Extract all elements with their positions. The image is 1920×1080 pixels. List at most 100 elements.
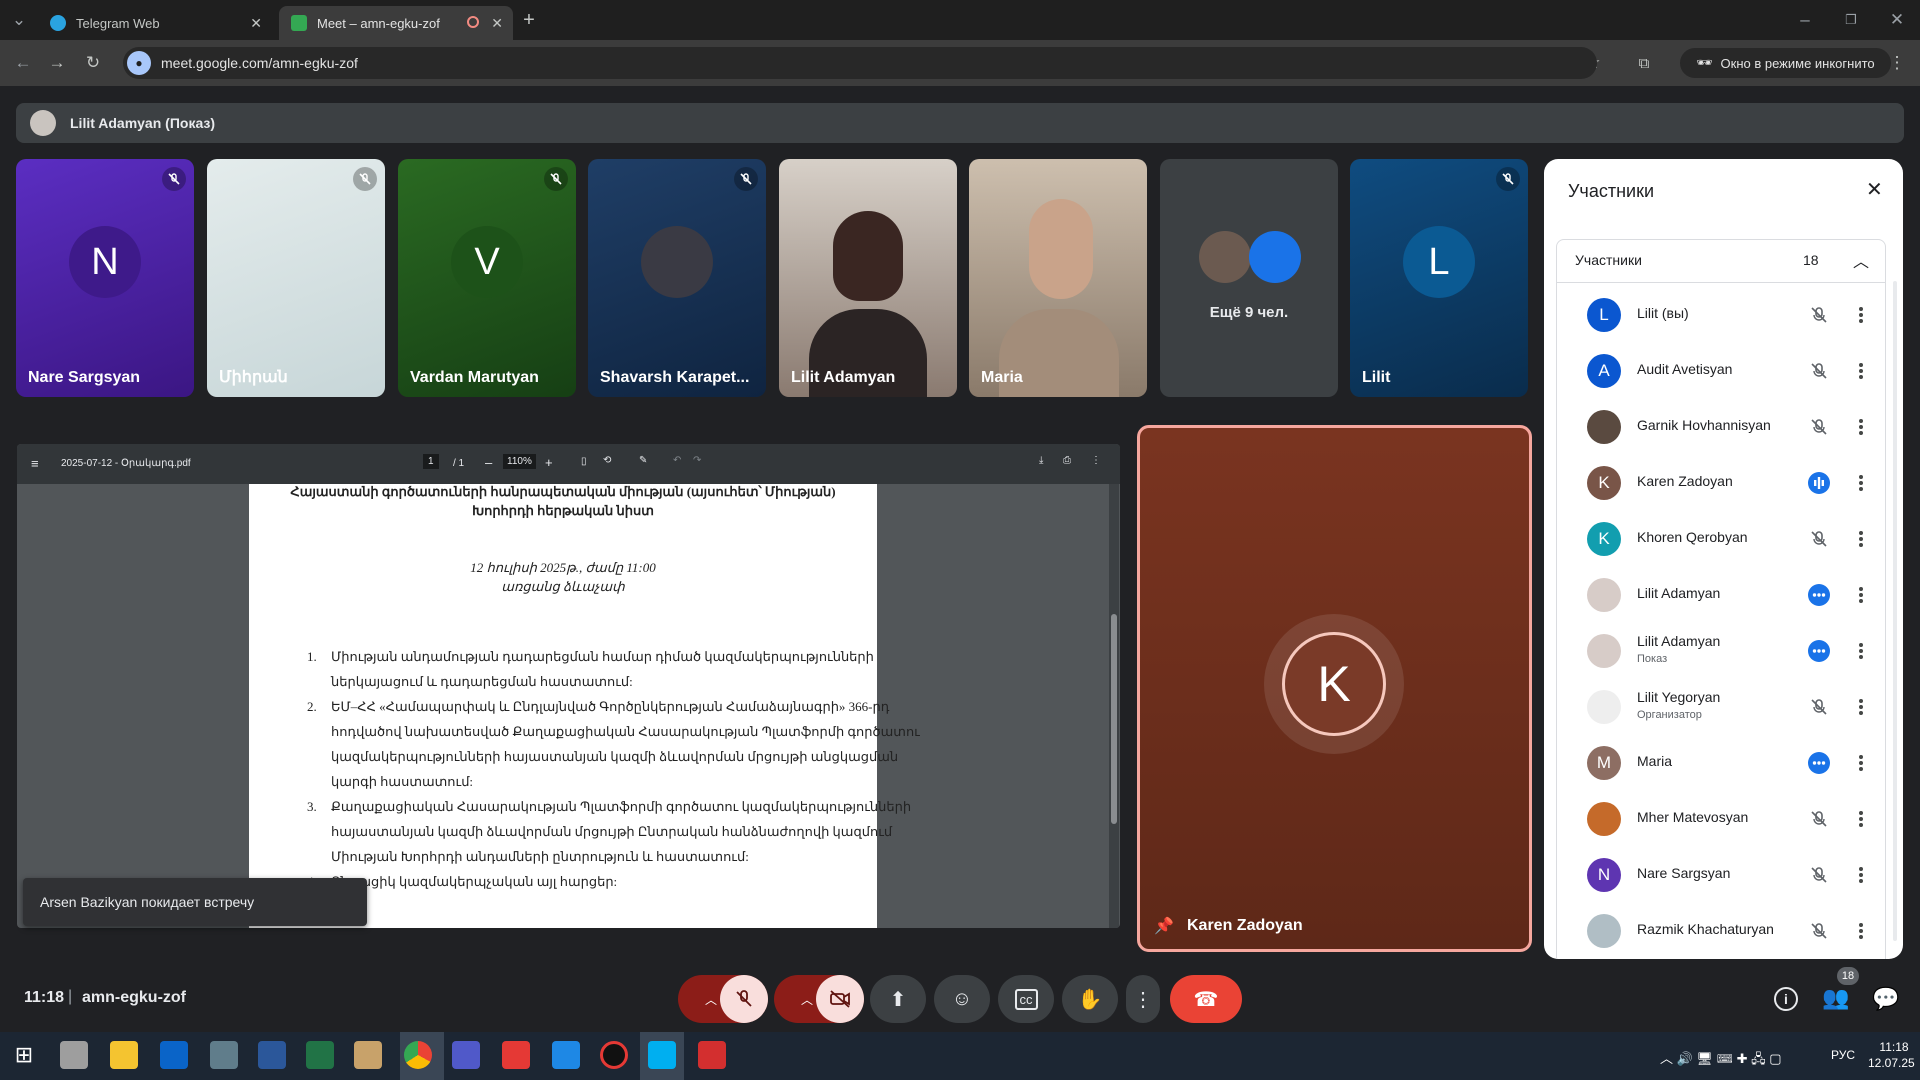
more-indicator-icon[interactable] [1807,583,1831,607]
leave-call-button[interactable]: ☎ [1170,975,1242,1023]
app-icon[interactable] [354,1041,382,1069]
camera-off-icon[interactable] [816,975,864,1023]
reload-icon[interactable]: ↻ [80,50,106,76]
pin-icon[interactable]: 📌 [1154,916,1174,936]
close-icon[interactable]: ✕ [491,15,503,32]
acrobat-icon[interactable] [698,1041,726,1069]
app-icon[interactable] [552,1041,580,1069]
speaking-indicator-icon[interactable] [1807,471,1831,495]
raise-hand-button[interactable]: ✋ [1062,975,1118,1023]
more-participants-tile[interactable]: Ещё 9 чел. [1160,159,1338,397]
more-vert-icon[interactable] [1849,695,1873,719]
more-vert-icon[interactable] [1849,863,1873,887]
close-window-icon[interactable]: ✕ [1884,7,1910,33]
close-icon[interactable]: ✕ [1866,177,1883,202]
more-vert-icon[interactable] [1849,471,1873,495]
participant-row[interactable]: Lilit Yegoryan Организатор [1587,683,1885,731]
fit-page-icon[interactable]: ▯ [581,456,587,467]
participant-row[interactable]: M Maria [1587,739,1885,787]
word-icon[interactable] [258,1041,286,1069]
clock-date[interactable]: 12.07.25 [1868,1056,1915,1070]
close-icon[interactable]: ✕ [250,15,262,32]
participants-list[interactable]: L Lilit (вы) A Audit Avetisyan Garnik Hovhan… [1556,281,1886,959]
meeting-details-icon[interactable]: i [1774,987,1798,1011]
more-vert-icon[interactable] [1849,807,1873,831]
chat-icon[interactable]: 💬 [1872,986,1899,1012]
download-icon[interactable]: ⤓ [1039,455,1043,466]
more-vert-icon[interactable] [1849,303,1873,327]
chevron-up-icon[interactable]: ︿ [801,991,813,1008]
more-vert-icon[interactable] [1849,639,1873,663]
teams-icon[interactable] [452,1041,480,1069]
people-icon[interactable]: 👥 [1822,985,1849,1011]
calculator-icon[interactable] [210,1041,238,1069]
mic-off-icon[interactable] [1807,695,1831,719]
minimize-icon[interactable]: – [1792,7,1818,33]
participant-row[interactable]: Lilit Adamyan Показ [1587,627,1885,675]
microphone-toggle[interactable]: ︿ [678,975,768,1023]
excel-icon[interactable] [306,1041,334,1069]
new-tab-button[interactable]: + [516,7,542,33]
outlook-icon[interactable] [160,1041,188,1069]
windows-start-icon[interactable]: ⊞ [10,1041,38,1069]
rotate-icon[interactable]: ⟲ [603,455,611,466]
more-indicator-icon[interactable] [1807,751,1831,775]
participant-row[interactable]: Lilit Adamyan [1587,571,1885,619]
mic-off-icon[interactable] [1807,527,1831,551]
participant-row[interactable]: A Audit Avetisyan [1587,347,1885,395]
mic-off-icon[interactable] [720,975,768,1023]
scrollbar[interactable] [1109,484,1119,928]
restore-icon[interactable]: ❐ [1838,7,1864,33]
participant-tile[interactable]: V Vardan Marutyan [398,159,576,397]
more-vert-icon[interactable] [1849,583,1873,607]
more-vert-icon[interactable] [1849,527,1873,551]
more-vert-icon[interactable] [1849,751,1873,775]
participant-tile[interactable]: L Lilit [1350,159,1528,397]
record-icon[interactable] [600,1041,628,1069]
participant-row[interactable]: Garnik Hovhannisyan [1587,403,1885,451]
page-number-input[interactable]: 1 [423,454,439,469]
incognito-indicator[interactable]: 🕶 Окно в режиме инкогнито [1680,48,1891,78]
mic-off-icon[interactable] [1807,863,1831,887]
participants-section-header[interactable]: Участники 18 ︿ [1556,239,1886,283]
more-vert-icon[interactable] [1849,919,1873,943]
zoom-in-icon[interactable]: + [545,455,553,470]
reactions-button[interactable]: ☺ [934,975,990,1023]
input-language[interactable]: РУС [1831,1048,1855,1062]
more-options-button[interactable]: ⋮ [1126,975,1160,1023]
chrome-icon[interactable] [404,1041,432,1069]
chevron-up-icon[interactable]: ︿ [705,991,717,1008]
mic-off-icon[interactable] [1807,303,1831,327]
meeting-code[interactable]: amn-egku-zof [82,989,186,1007]
zoom-level[interactable]: 110% [503,454,536,469]
zoom-out-icon[interactable]: – [485,455,492,470]
mic-off-icon[interactable] [1807,415,1831,439]
anydesk-icon[interactable] [502,1041,530,1069]
more-indicator-icon[interactable] [1807,639,1831,663]
file-explorer-icon[interactable] [110,1041,138,1069]
participant-row[interactable]: Mher Matevosyan [1587,795,1885,843]
participant-row[interactable]: Razmik Khachaturyan [1587,907,1885,955]
active-speaker-tile[interactable]: K 📌 Karen Zadoyan [1137,425,1532,952]
mic-off-icon[interactable] [1807,919,1831,943]
tab-search-icon[interactable]: ⌄ [6,7,32,33]
more-options-icon[interactable]: ⋮ [1091,455,1101,466]
chevron-up-icon[interactable]: ︿ [1853,248,1869,272]
participant-row[interactable]: K Karen Zadoyan [1587,459,1885,507]
menu-icon[interactable]: ≡ [31,456,39,471]
participant-row[interactable]: L Lilit (вы) [1587,291,1885,339]
tray-icons[interactable]: ︿ 🔊 🖥 ⌨ ✚ 🖧 ▢ [1660,1048,1782,1072]
print-icon[interactable]: ⎙ [1063,455,1071,466]
annotate-icon[interactable]: ✎ [639,455,647,466]
participant-tile[interactable]: N Nare Sargsyan [16,159,194,397]
back-icon[interactable]: ← [10,50,36,76]
redo-icon[interactable]: ↷ [693,455,701,466]
participant-row[interactable]: N Nare Sargsyan [1587,851,1885,899]
undo-icon[interactable]: ↶ [673,455,681,466]
participant-tile[interactable]: Maria [969,159,1147,397]
url-text[interactable]: meet.google.com/amn-egku-zof [161,55,358,71]
address-bar[interactable]: ● meet.google.com/amn-egku-zof [123,47,1597,79]
present-screen-button[interactable]: ⬆ [870,975,926,1023]
scrollbar[interactable] [1893,281,1897,941]
participant-tile[interactable]: Shavarsh Karapet... [588,159,766,397]
